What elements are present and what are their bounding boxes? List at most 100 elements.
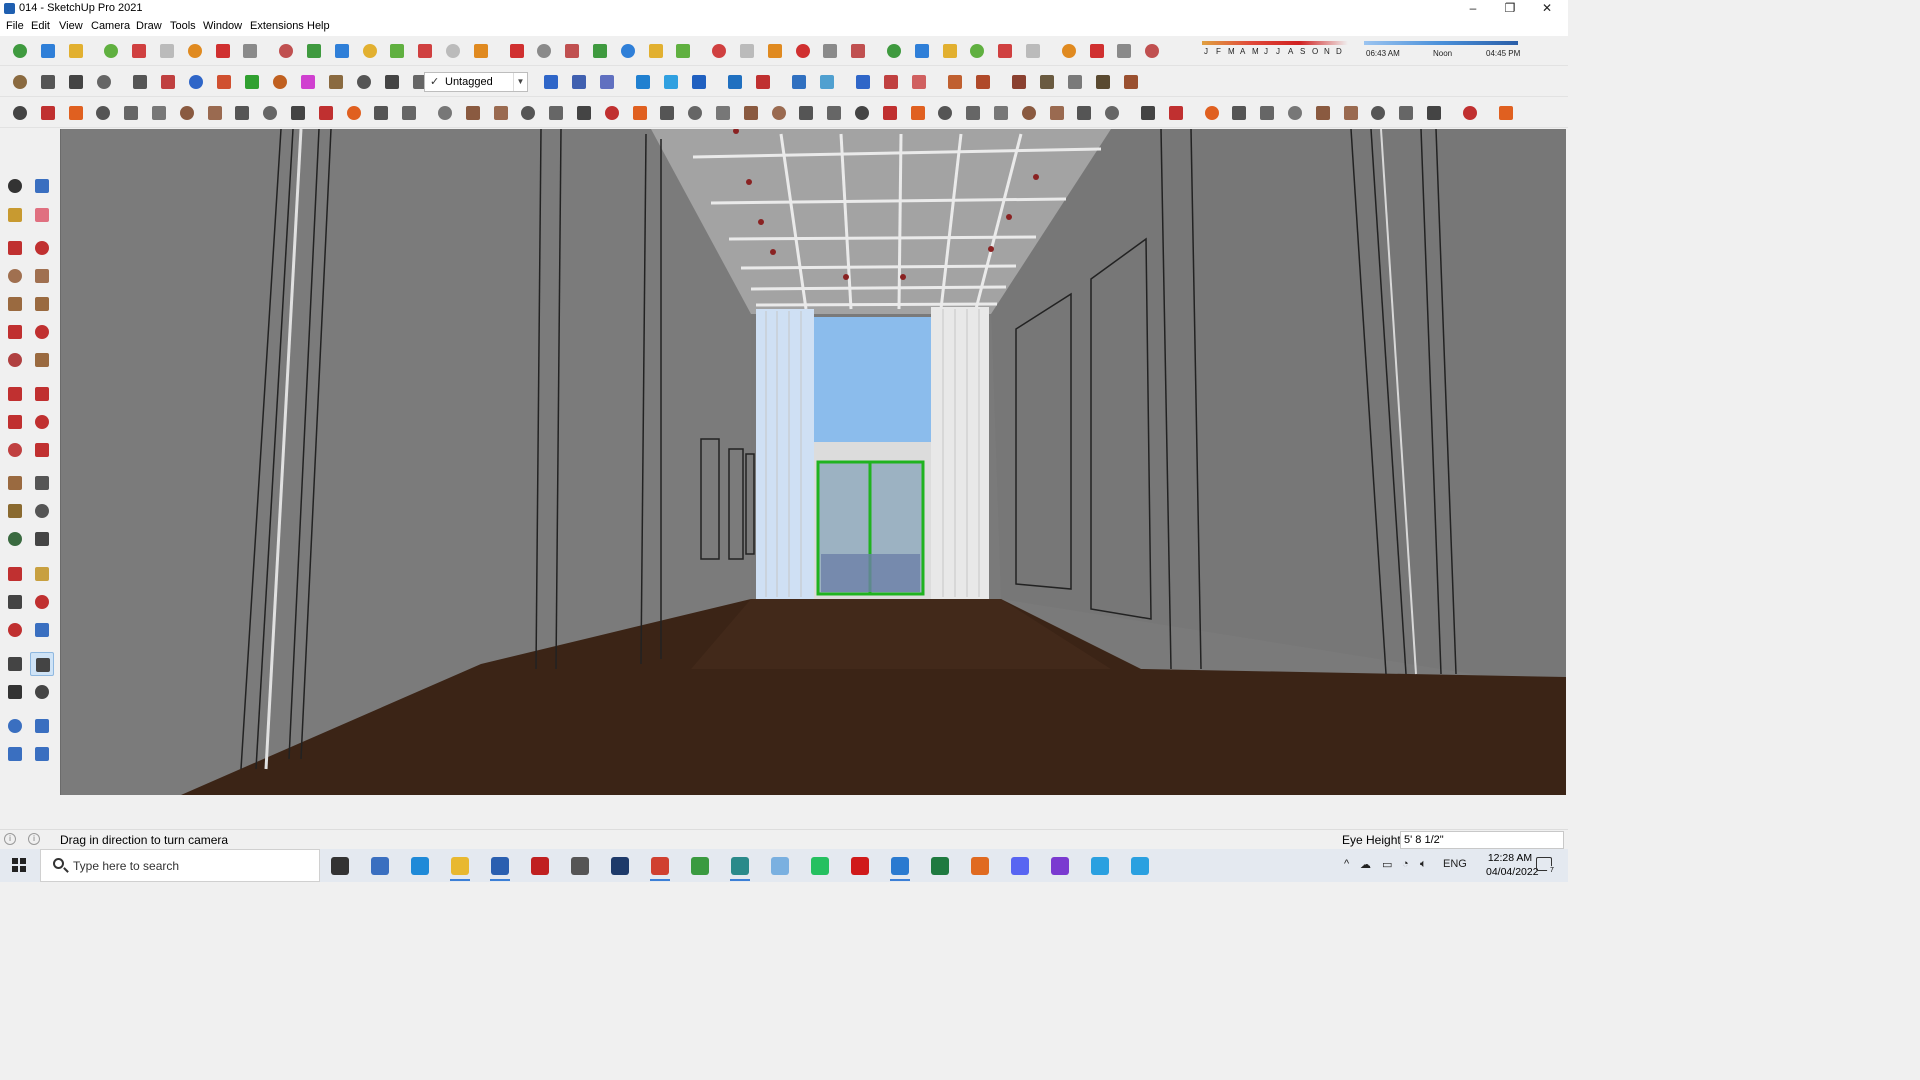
toolbar-button[interactable] [569,72,589,92]
language-indicator[interactable]: ENG [1443,858,1467,870]
toolbar-button[interactable] [1229,103,1249,123]
file-explorer-icon[interactable] [445,853,475,881]
chrome-icon[interactable] [685,853,715,879]
toolbar-button[interactable] [546,103,566,123]
toolbar-button[interactable] [10,103,30,123]
toolbar-button[interactable] [435,103,455,123]
toolbar-button[interactable] [753,72,773,92]
palette-tool-button[interactable] [3,590,27,614]
toolbar-button[interactable] [646,41,666,61]
toolbar-button[interactable] [304,41,324,61]
toolbar-button[interactable] [382,72,402,92]
onedrive-icon[interactable]: ☁ [1360,858,1371,871]
toolbar-button[interactable] [1368,103,1388,123]
toolbar-button[interactable] [909,72,929,92]
toolbar-button[interactable] [935,103,955,123]
toolbar-button[interactable] [995,41,1015,61]
toolbar-button[interactable] [332,41,352,61]
toolbar-button[interactable] [880,103,900,123]
toolbar-button[interactable] [185,41,205,61]
toolbar-button[interactable] [1285,103,1305,123]
menu-tools[interactable]: Tools [170,20,196,32]
palette-tool-button[interactable] [30,292,54,316]
toolbar-button[interactable] [713,103,733,123]
palette-tool-button[interactable] [3,618,27,642]
wifi-icon[interactable]: ◔ [1402,858,1409,870]
palette-tool-button[interactable] [30,438,54,462]
toolbar-button[interactable] [354,72,374,92]
toolbar-button[interactable] [967,41,987,61]
toolbar-button[interactable] [1114,41,1134,61]
edge-icon[interactable] [405,853,435,879]
toolbar-button[interactable] [973,72,993,92]
model-viewport[interactable] [60,129,1566,795]
shadow-time-slider[interactable]: 06:43 AM Noon 04:45 PM [1360,40,1522,62]
toolbar-button[interactable] [793,41,813,61]
toolbar-button[interactable] [1257,103,1277,123]
toolbar-button[interactable] [232,103,252,123]
toolbar-button[interactable] [387,41,407,61]
toolbar-button[interactable] [10,41,30,61]
menu-help[interactable]: Help [307,20,330,32]
excel-icon[interactable] [925,853,955,879]
palette-tool-button[interactable] [30,562,54,586]
geolocation-icon[interactable]: i [4,833,16,845]
palette-tool-button[interactable] [30,174,54,198]
toolbar-button[interactable] [769,103,789,123]
palette-tool-button[interactable] [30,264,54,288]
toolbar-button[interactable] [534,41,554,61]
toolbar-button[interactable] [38,103,58,123]
tag-dropdown[interactable]: ✓ Untagged ▼ [424,72,528,92]
app-icon[interactable] [725,853,755,881]
toolbar-button[interactable] [326,72,346,92]
chrome-icon[interactable] [645,853,675,881]
toolbar-button[interactable] [796,103,816,123]
palette-tool-button[interactable] [3,527,27,551]
palette-tool-button[interactable] [3,742,27,766]
toolbar-button[interactable] [1460,103,1480,123]
toolbar-button[interactable] [1166,103,1186,123]
toolbar-button[interactable] [121,103,141,123]
palette-tool-button[interactable] [3,292,27,316]
toolbar-button[interactable] [1102,103,1122,123]
palette-tool-button[interactable] [30,680,54,704]
toolbar-button[interactable] [685,103,705,123]
palette-tool-button[interactable] [30,499,54,523]
palette-tool-button[interactable] [30,618,54,642]
palette-tool-button[interactable] [3,562,27,586]
toolbar-button[interactable] [93,103,113,123]
palette-tool-button[interactable] [3,382,27,406]
toolbar-button[interactable] [1424,103,1444,123]
toolbar-button[interactable] [316,103,336,123]
menu-edit[interactable]: Edit [31,20,50,32]
toolbar-button[interactable] [1121,72,1141,92]
tray-chevron-icon[interactable]: ^ [1344,858,1349,870]
palette-tool-button[interactable] [3,174,27,198]
palette-tool-button[interactable] [30,320,54,344]
toolbar-button[interactable] [1065,72,1085,92]
minimize-button[interactable]: – [1455,0,1491,18]
photoshop-icon[interactable] [605,853,635,879]
palette-tool-button[interactable] [3,203,27,227]
menu-file[interactable]: File [6,20,24,32]
menu-window[interactable]: Window [203,20,242,32]
telegram-icon[interactable] [1085,853,1115,879]
toolbar-button[interactable] [101,41,121,61]
app-icon[interactable] [965,853,995,879]
toolbar-button[interactable] [1019,103,1039,123]
toolbar-button[interactable] [371,103,391,123]
palette-tool-button[interactable] [30,236,54,260]
toolbar-button[interactable] [471,41,491,61]
toolbar-button[interactable] [158,72,178,92]
toolbar-button[interactable] [673,41,693,61]
taskbar-search[interactable]: Type here to search [40,849,320,882]
toolbar-button[interactable] [66,103,86,123]
palette-tool-button[interactable] [3,680,27,704]
palette-tool-button[interactable] [3,264,27,288]
toolbar-button[interactable] [853,72,873,92]
toolbar-button[interactable] [415,41,435,61]
toolbar-button[interactable] [1059,41,1079,61]
palette-tool-button[interactable] [30,203,54,227]
palette-tool-button[interactable] [3,471,27,495]
toolbar-button[interactable] [912,41,932,61]
